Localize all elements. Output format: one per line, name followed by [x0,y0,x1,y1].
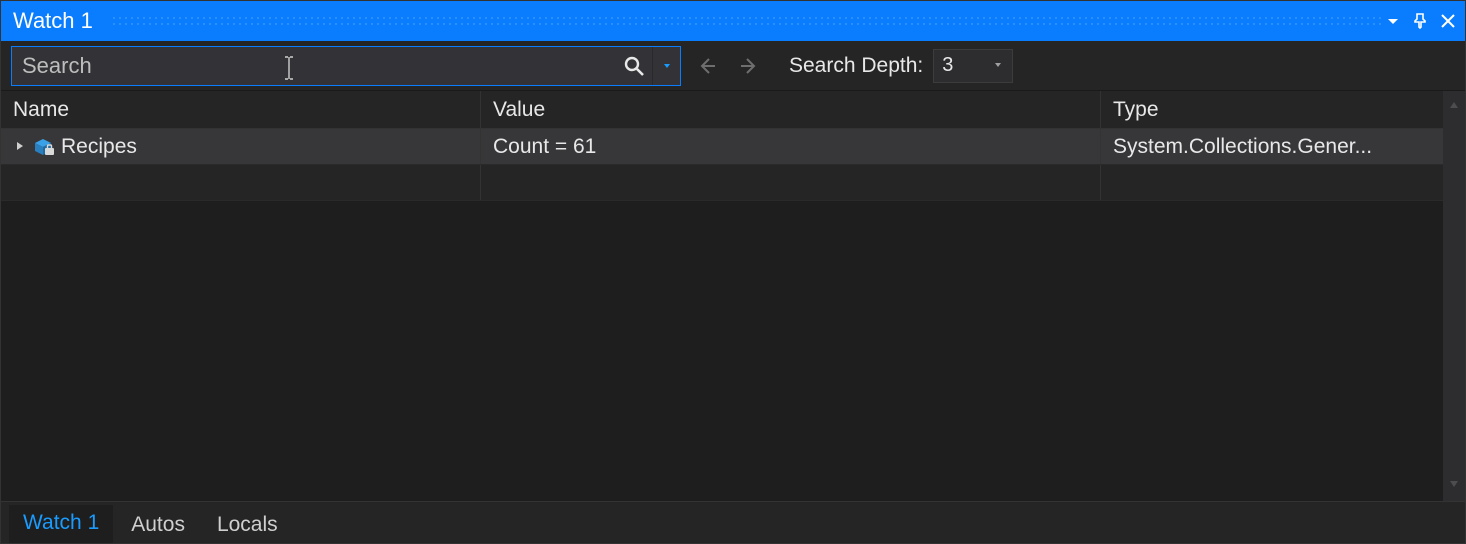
tab-autos[interactable]: Autos [117,507,199,543]
toolbar: Search Depth: 3 [1,41,1465,91]
table-row[interactable]: Recipes Count = 61 System.Collections.Ge… [1,129,1443,165]
tab-locals[interactable]: Locals [203,507,292,543]
chevron-down-icon [992,54,1004,77]
search-dropdown[interactable] [652,47,680,85]
window-menu-icon[interactable] [1385,13,1401,29]
expand-icon[interactable] [13,139,27,155]
column-header-name[interactable]: Name [1,91,481,128]
scroll-up-icon[interactable] [1447,95,1461,118]
search-input[interactable] [12,47,616,85]
search-depth-value: 3 [942,54,953,77]
search-icon[interactable] [616,48,652,84]
vertical-scrollbar[interactable] [1443,91,1465,501]
titlebar[interactable]: Watch 1 [1,1,1465,41]
tab-watch1[interactable]: Watch 1 [9,505,113,543]
object-icon [33,138,55,156]
search-box[interactable] [11,46,681,86]
search-depth-select[interactable]: 3 [933,49,1013,83]
cell-type: System.Collections.Gener... [1113,135,1372,159]
grid-empty-area [1,201,1443,501]
nav-forward-button [733,50,765,82]
scroll-down-icon[interactable] [1447,474,1461,497]
watch-window: Watch 1 [0,0,1466,544]
nav-back-button [691,50,723,82]
table-row-empty[interactable] [1,165,1443,201]
close-icon[interactable] [1439,12,1457,30]
grid-header: Name Value Type [1,91,1443,129]
watch-grid: Name Value Type [1,91,1443,501]
search-depth-label: Search Depth: [789,54,923,78]
cell-name: Recipes [61,135,137,159]
window-title: Watch 1 [13,8,93,34]
cell-value: Count = 61 [493,135,596,159]
column-header-value[interactable]: Value [481,91,1101,128]
bottom-tabs: Watch 1 Autos Locals [1,501,1465,543]
pin-icon[interactable] [1411,12,1429,30]
column-header-type[interactable]: Type [1101,91,1443,128]
